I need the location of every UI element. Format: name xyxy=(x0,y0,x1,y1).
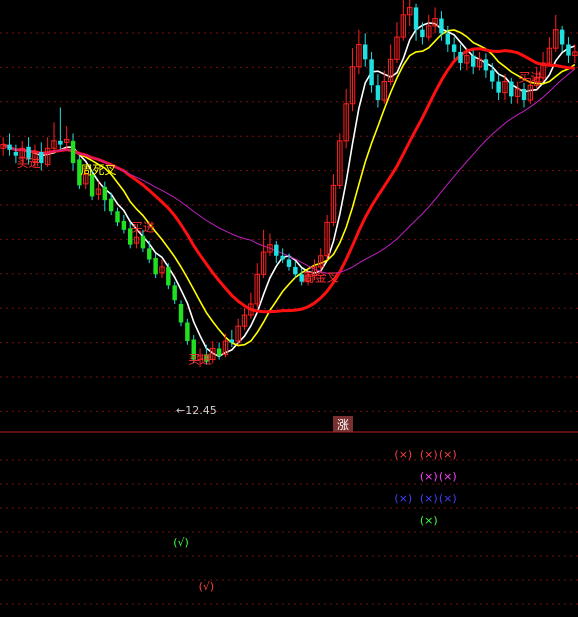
moving-average-lines xyxy=(2,22,576,358)
candle-body xyxy=(286,259,292,267)
candle-body xyxy=(153,258,158,275)
candle-body xyxy=(108,198,114,212)
indicator-header-label: 涨 xyxy=(337,417,349,432)
candle-body xyxy=(115,211,120,223)
candle-body xyxy=(470,55,476,67)
signal-marker: (×) xyxy=(394,448,412,461)
candle-body xyxy=(439,18,444,34)
ma20-line xyxy=(2,47,575,314)
signal-marker: (×) xyxy=(439,448,457,461)
chart-grid xyxy=(0,32,578,605)
signal-marker: (×) xyxy=(439,492,457,505)
signal-marker: (×) xyxy=(394,492,412,505)
candle-body xyxy=(216,348,222,356)
candle-body xyxy=(70,140,76,164)
annotation-label: 买进 xyxy=(17,156,41,170)
candle-body xyxy=(229,339,235,343)
candle-body xyxy=(521,88,527,101)
annotation-label: 周死叉 xyxy=(80,163,116,177)
signal-marker: (×) xyxy=(439,470,457,483)
candle-body xyxy=(280,255,285,260)
candle-body xyxy=(58,140,63,145)
candle-body xyxy=(509,81,514,97)
candle-body xyxy=(274,244,279,256)
candle-body xyxy=(458,51,463,64)
candle-body xyxy=(102,186,108,201)
stock-chart: 买进周死叉买进买进周金叉买进 涨 ←12.45 (×) (×) (×)(×) (×)(… xyxy=(0,0,578,605)
candle-body xyxy=(375,85,381,101)
candle-body xyxy=(166,266,171,286)
candle-body xyxy=(172,285,177,301)
signal-marker: (×) xyxy=(420,492,438,505)
candle-body xyxy=(369,59,374,86)
signal-marker: (×) xyxy=(420,470,438,483)
candle-body xyxy=(451,44,457,52)
candle-body xyxy=(490,70,495,82)
candle-body xyxy=(147,248,152,260)
candle-body xyxy=(7,144,12,150)
signal-marker: (×) xyxy=(420,448,438,461)
candle-body xyxy=(178,303,184,323)
candle-body xyxy=(140,235,146,249)
ma10-line xyxy=(2,29,576,347)
candle-body xyxy=(89,174,95,197)
candle-body xyxy=(293,266,298,275)
candle-body xyxy=(413,7,419,30)
candle-body xyxy=(362,44,368,60)
signal-marker: (×) xyxy=(420,514,438,527)
ma5-line xyxy=(2,22,576,358)
annotation-label: 周金叉 xyxy=(303,270,339,285)
candle-body xyxy=(121,220,127,230)
candle-body xyxy=(566,44,571,56)
candle-body xyxy=(559,29,565,45)
candle-body xyxy=(185,322,190,342)
annotation-label: 买进 xyxy=(131,220,155,234)
candle-body xyxy=(483,59,489,71)
candle-body xyxy=(496,81,501,93)
annotation-label: 买进 xyxy=(188,352,212,366)
annotation-label: 买进 xyxy=(518,71,542,85)
indicator-signals: (×) (×) (×)(×) (×)(×) (×) (×)(×)(√)(√) xyxy=(173,448,456,593)
candle-body xyxy=(445,33,451,45)
candle-body xyxy=(420,29,425,38)
signal-marker: (√) xyxy=(173,536,189,549)
signal-marker: (√) xyxy=(199,580,215,593)
chart-annotations: 买进周死叉买进买进周金叉买进 xyxy=(17,71,543,367)
price-low-label: ←12.45 xyxy=(176,404,217,417)
